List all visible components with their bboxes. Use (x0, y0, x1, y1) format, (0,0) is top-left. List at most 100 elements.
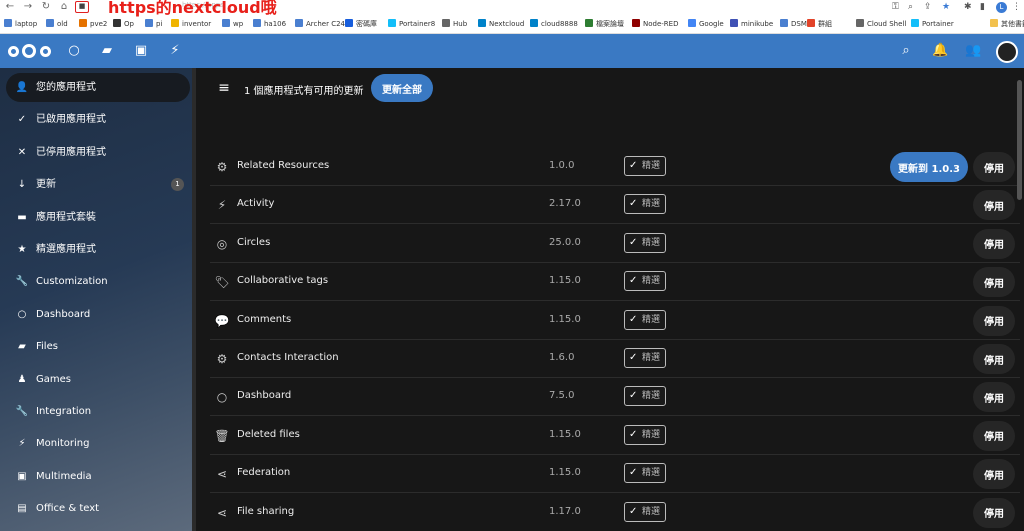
bookmark-item[interactable]: 密碼庫 (345, 17, 377, 31)
bookmark-item[interactable]: Hub (442, 17, 467, 31)
bookmark-item[interactable]: Archer C24 (295, 17, 345, 31)
lock-icon[interactable]: ■ (75, 1, 89, 13)
bookmark-item[interactable]: inventor (171, 17, 211, 31)
check-icon: ✓ (629, 390, 638, 402)
app-name[interactable]: Contacts Interaction (237, 352, 339, 363)
photos-icon[interactable]: ▣ (133, 43, 149, 59)
sidebar-item-customization[interactable]: 🔧 Customization (6, 267, 190, 296)
extensions-icon[interactable]: ✱ (964, 1, 972, 13)
sidebar-item-integration[interactable]: 🔧 Integration (6, 397, 190, 426)
sidebar-item-multimedia[interactable]: ▣ Multimedia (6, 462, 190, 491)
bookmark-item[interactable]: DSM (780, 17, 807, 31)
bookmark-item[interactable]: 檔案論壇 (585, 17, 624, 31)
bookmark-item[interactable]: wp (222, 17, 243, 31)
back-icon[interactable]: ← (4, 1, 16, 13)
disable-app-button[interactable]: 停用 (973, 305, 1015, 336)
bookmark-label: Cloud Shell (867, 20, 907, 28)
app-name[interactable]: Activity (237, 198, 274, 209)
app-name[interactable]: Comments (237, 314, 291, 325)
forward-icon[interactable]: → (22, 1, 34, 13)
files-icon[interactable]: ▰ (99, 43, 115, 59)
app-version: 1.17.0 (549, 505, 581, 517)
disable-app-button[interactable]: 停用 (973, 152, 1015, 182)
bookmark-item[interactable]: 群組 (807, 17, 832, 31)
app-name[interactable]: Deleted files (237, 429, 300, 440)
bookmark-item[interactable]: pi (145, 17, 162, 31)
sidebar-item[interactable]: ✕ 已停用應用程式 (6, 138, 190, 167)
disable-app-button[interactable]: 停用 (973, 344, 1015, 374)
check-icon: ✓ (629, 160, 638, 171)
app-name[interactable]: Dashboard (237, 390, 291, 401)
bookmark-item[interactable]: Op (113, 17, 134, 31)
disable-app-button[interactable]: 停用 (973, 267, 1015, 298)
folder-icon: ▰ (18, 341, 26, 353)
sidebar-item-games[interactable]: ♟ Games (6, 365, 190, 394)
disable-app-button[interactable]: 停用 (973, 190, 1015, 221)
sidebar-item[interactable]: 👤 您的應用程式 (6, 73, 190, 102)
browser-menu-icon[interactable]: ⋮ (1012, 1, 1021, 13)
nextcloud-logo[interactable] (8, 44, 52, 58)
bookmark-item[interactable]: Portainer8 (388, 17, 435, 31)
disable-app-button[interactable]: 停用 (973, 459, 1015, 490)
share-icon: ⋖ (216, 505, 228, 520)
bookmark-item[interactable]: Cloud Shell (856, 17, 906, 31)
gear-icon: ⚙ (216, 352, 228, 366)
scrollbar[interactable] (1017, 80, 1022, 200)
app-name[interactable]: Circles (237, 237, 270, 248)
app-name[interactable]: Federation (237, 467, 290, 478)
bookmark-label: cloud8888 (541, 20, 578, 28)
disable-app-button[interactable]: 停用 (973, 228, 1015, 259)
sidebar-item-dashboard[interactable]: ○ Dashboard (6, 300, 190, 329)
avatar[interactable] (996, 41, 1018, 63)
app-name[interactable]: Related Resources (237, 160, 329, 171)
bookmark-item[interactable]: pve2 (79, 17, 107, 31)
sidepanel-icon[interactable]: ▮ (980, 1, 985, 13)
sidebar-item-files[interactable]: ▰ Files (6, 332, 190, 361)
zoom-icon[interactable]: ⌕ (908, 1, 913, 13)
sidebar-item[interactable]: ✓ 已啟用應用程式 (6, 105, 190, 134)
home-icon[interactable]: ⌂ (58, 1, 70, 13)
notifications-icon[interactable]: 🔔 (932, 43, 948, 59)
sidebar-item[interactable]: ↓ 更新 1 (6, 170, 190, 199)
circle-icon: ○ (17, 308, 27, 320)
sidebar-item[interactable]: ★ 精選應用程式 (6, 235, 190, 264)
reload-icon[interactable]: ↻ (40, 1, 52, 13)
sidebar-item-monitoring[interactable]: ⚡ Monitoring (6, 429, 190, 458)
contacts-icon[interactable]: 👥 (965, 43, 981, 59)
share-page-icon[interactable]: ⇪ (924, 1, 932, 13)
bookmark-item[interactable]: laptop (4, 17, 37, 31)
disable-app-button[interactable]: 停用 (973, 382, 1015, 413)
bookmark-item[interactable]: Portainer (911, 17, 954, 31)
app-name[interactable]: Collaborative tags (237, 275, 328, 286)
update-app-button[interactable]: 更新到 1.0.3 (890, 152, 968, 182)
menu-toggle-icon[interactable]: ≡ (216, 80, 232, 96)
bookmark-star-icon[interactable]: ★ (942, 1, 950, 13)
bookmark-favicon-icon (530, 19, 538, 27)
bookmark-item[interactable]: cloud8888 (530, 17, 578, 31)
featured-label: 精選 (642, 353, 661, 363)
key-icon[interactable]: ⚿ (892, 1, 899, 13)
bookmark-favicon-icon (4, 19, 12, 27)
bookmark-item[interactable]: 其他書籤 (990, 17, 1024, 31)
app-row: ⚙ Contacts Interaction 1.6.0 ✓ 精選 停用 (210, 340, 1020, 378)
bookmark-item[interactable]: minikube (730, 17, 773, 31)
disable-app-button[interactable]: 停用 (973, 420, 1015, 451)
bookmark-item[interactable]: Nextcloud (478, 17, 524, 31)
app-version: 25.0.0 (549, 236, 581, 248)
app-name[interactable]: File sharing (237, 506, 294, 517)
sidebar-item-office-text[interactable]: ▤ Office & text (6, 494, 190, 523)
sidebar-item[interactable]: ▬ 應用程式套裝 (6, 203, 190, 232)
dashboard-icon[interactable]: ○ (66, 43, 82, 59)
wrench-icon: 🔧 (15, 406, 29, 417)
bookmark-label: Portainer (922, 20, 954, 28)
activity-icon[interactable]: ⚡ (167, 43, 183, 59)
bookmark-item[interactable]: Node-RED (632, 17, 678, 31)
disable-app-button[interactable]: 停用 (973, 497, 1015, 528)
bookmark-item[interactable]: ha106 (253, 17, 286, 31)
profile-icon[interactable]: L (996, 2, 1007, 13)
bookmark-item[interactable]: old (46, 17, 68, 31)
update-all-button[interactable]: 更新全部 (371, 74, 433, 102)
bookmark-item[interactable]: Google (688, 17, 724, 31)
search-icon[interactable]: ⌕ (898, 43, 914, 59)
bookmark-favicon-icon (253, 19, 261, 27)
